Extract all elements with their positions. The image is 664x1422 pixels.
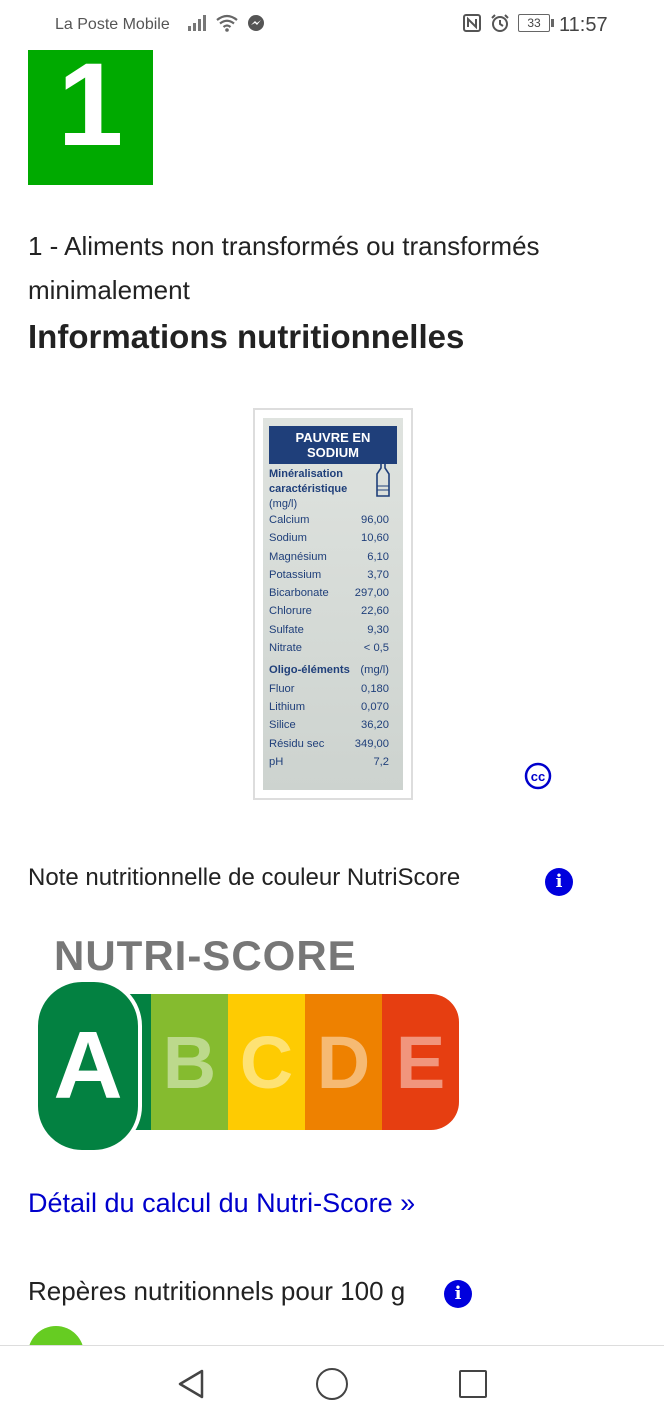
info-icon-reperes[interactable]: i [444, 1280, 472, 1308]
label-row-value: 0,180 [361, 682, 389, 695]
label-row-name: Calcium [269, 514, 310, 526]
label-row-value: 7,2 [373, 755, 389, 768]
label-row-name: Lithium [269, 700, 306, 713]
grade-c: C [228, 994, 305, 1130]
label-row: Potassium 3,70 [269, 566, 389, 584]
label-row-name: pH [269, 755, 284, 768]
oligo-header-row: Oligo-éléments (mg/l) [269, 661, 389, 679]
label-row: Sulfate 9,30 [269, 621, 389, 639]
status-icons-right: 33 [462, 13, 554, 33]
nutrition-label-image[interactable]: PAUVRE EN SODIUM Minéralisation caractér… [253, 408, 413, 800]
label-row: Nitrate < 0,5 [269, 639, 389, 657]
label-row: Résidu sec 349,00 [269, 735, 389, 753]
label-row-value: 36,20 [361, 719, 389, 732]
nova-description: 1 - Aliments non transformés ou transfor… [28, 231, 540, 305]
carrier-name: La Poste Mobile [55, 16, 170, 33]
label-row-value: 96,00 [361, 514, 389, 526]
wifi-icon [216, 14, 238, 32]
label-row: Magnésium 6,10 [269, 548, 389, 566]
grade-b: B [151, 994, 228, 1130]
creative-commons-icon[interactable]: cc [524, 762, 552, 790]
label-row-name: Sulfate [269, 623, 304, 636]
label-row-name: Nitrate [269, 642, 302, 655]
label-row-name: Fluor [269, 682, 295, 695]
oligo-unit: (mg/l) [360, 664, 389, 677]
nutriscore-logo: NUTRI-SCORE A B C D E A [34, 930, 464, 1154]
nutriscore-detail-link[interactable]: Détail du calcul du Nutri-Score » [28, 1188, 415, 1219]
label-row-value: 3,70 [367, 568, 389, 581]
label-row-name: Sodium [269, 532, 307, 545]
grade-d: D [305, 994, 382, 1130]
label-row: pH 7,2 [269, 753, 389, 771]
home-icon[interactable] [316, 1368, 348, 1400]
label-row: Silice 36,20 [269, 716, 389, 734]
label-row-value: 0,070 [361, 700, 389, 713]
grade-e: E [382, 994, 459, 1130]
nova-group-badge: 1 [28, 46, 153, 185]
baby-bottle-icon [376, 461, 390, 497]
status-icons-left [187, 14, 265, 32]
nutriscore-label: Note nutritionnelle de couleur NutriScor… [28, 864, 461, 891]
cc-text: cc [531, 769, 545, 784]
label-header: PAUVRE EN SODIUM [269, 426, 397, 464]
label-row-value: < 0,5 [363, 642, 389, 655]
label-content: PAUVRE EN SODIUM Minéralisation caractér… [263, 418, 403, 790]
nutrition-section-title: Informations nutritionnelles [28, 318, 465, 355]
messenger-icon [248, 15, 264, 31]
label-row-name: Potassium [269, 568, 322, 581]
nav-bar [0, 1345, 664, 1422]
label-row-value: 297,00 [354, 587, 389, 600]
label-row-name: Bicarbonate [269, 587, 329, 600]
nfc-icon [463, 14, 481, 32]
signal-icon [188, 15, 206, 31]
oligo-header: Oligo-éléments [269, 664, 350, 677]
label-row-value: 22,60 [361, 605, 389, 618]
label-row-name: Résidu sec [269, 737, 325, 750]
label-row-name: Chlorure [269, 605, 312, 618]
alarm-icon [491, 14, 509, 32]
label-row-name: Magnésium [269, 550, 327, 563]
info-icon[interactable]: i [545, 868, 573, 896]
label-row-value: 10,60 [361, 532, 389, 545]
battery-icon: 33 [518, 14, 554, 32]
recent-apps-icon[interactable] [459, 1370, 487, 1398]
nutriscore-title: NUTRI-SCORE [54, 932, 357, 979]
label-row: Chlorure 22,60 [269, 602, 389, 620]
selected-grade: A [34, 978, 142, 1154]
label-row: Sodium 10,60 [269, 529, 389, 547]
label-row: Fluor 0,180 [269, 680, 389, 698]
label-row-name: Silice [269, 719, 296, 732]
clock: 11:57 [559, 14, 608, 36]
label-row-value: 9,30 [367, 623, 389, 636]
label-row-value: 349,00 [354, 737, 389, 750]
label-row: Bicarbonate 297,00 [269, 584, 389, 602]
label-row: Calcium 96,00 [269, 511, 389, 529]
back-icon[interactable] [176, 1368, 206, 1400]
label-row: Lithium 0,070 [269, 698, 389, 716]
reperes-label: Repères nutritionnels pour 100 g [28, 1276, 406, 1306]
label-row-value: 6,10 [367, 550, 389, 563]
